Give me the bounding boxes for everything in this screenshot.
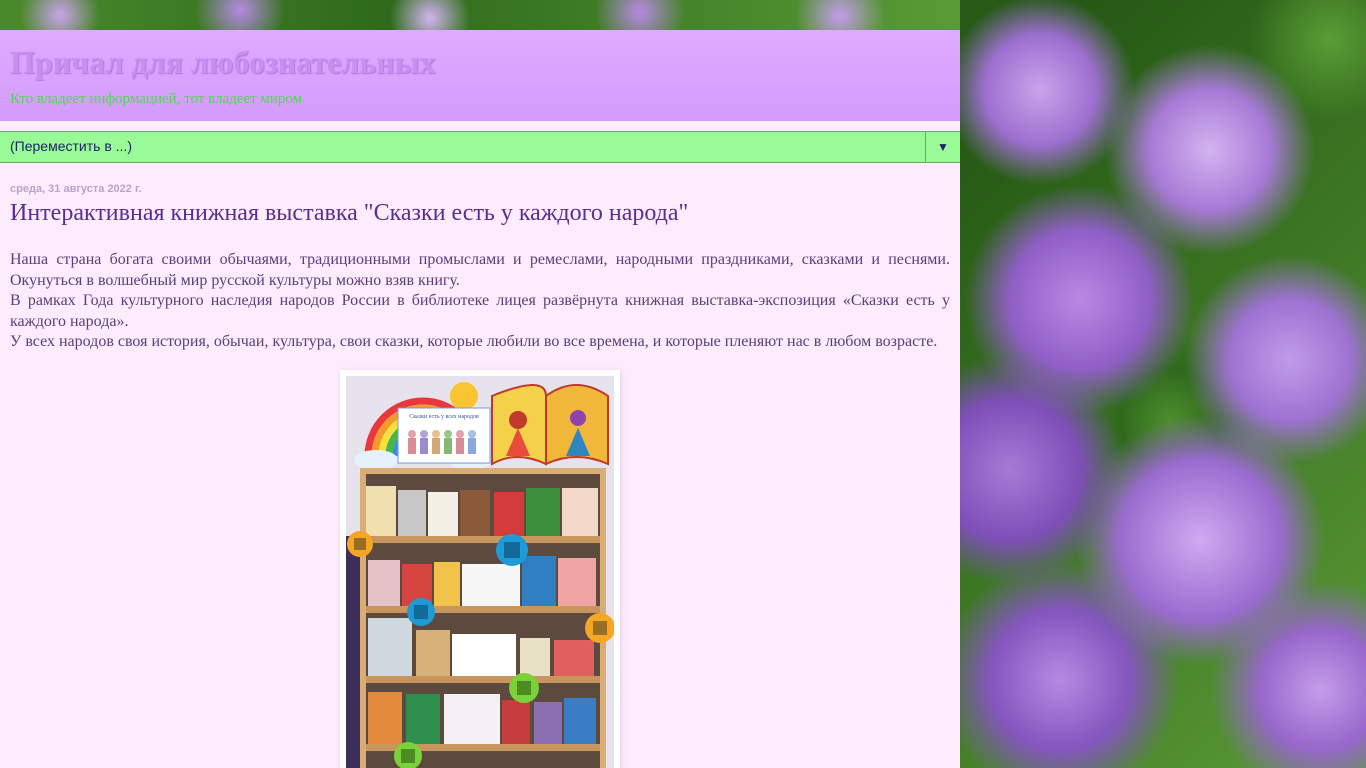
post-title[interactable]: Интерактивная книжная выставка "Сказки е…: [10, 199, 950, 227]
post-paragraph: Наша страна богата своими обычаями, трад…: [10, 251, 950, 289]
post-paragraph: У всех народов своя история, обычаи, кул…: [10, 333, 938, 350]
fairy-tale-poster: [491, 384, 609, 466]
books-shelf-1: [366, 486, 598, 536]
page-nav-select[interactable]: (Переместить в ...) ▼: [0, 131, 960, 163]
blog-title[interactable]: Причал для любознательных: [10, 30, 950, 80]
header-spacer: [0, 121, 960, 131]
background-strip: [0, 0, 960, 30]
blog-description: Кто владеет информацией, тот владеет мир…: [10, 91, 303, 107]
banner-text: Сказки есть у всех народов: [409, 414, 479, 420]
page-nav-select-value: (Переместить в ...): [10, 138, 132, 154]
blog-page: Причал для любознательных Кто владеет ин…: [0, 30, 960, 768]
post-image[interactable]: Сказки есть у всех народов: [346, 376, 614, 768]
dropdown-arrow-icon[interactable]: ▼: [925, 132, 960, 162]
post-image-frame[interactable]: Сказки есть у всех народов: [340, 370, 620, 768]
blog-post: среда, 31 августа 2022 г. Интерактивная …: [0, 183, 960, 353]
post-body: Наша страна богата своими обычаями, трад…: [10, 250, 950, 353]
blog-header: Причал для любознательных Кто владеет ин…: [0, 30, 960, 121]
bookshelf-illustration: Сказки есть у всех народов: [346, 376, 614, 768]
post-paragraph: В рамках Года культурного наследия народ…: [10, 292, 950, 330]
post-date: среда, 31 августа 2022 г.: [10, 183, 142, 195]
